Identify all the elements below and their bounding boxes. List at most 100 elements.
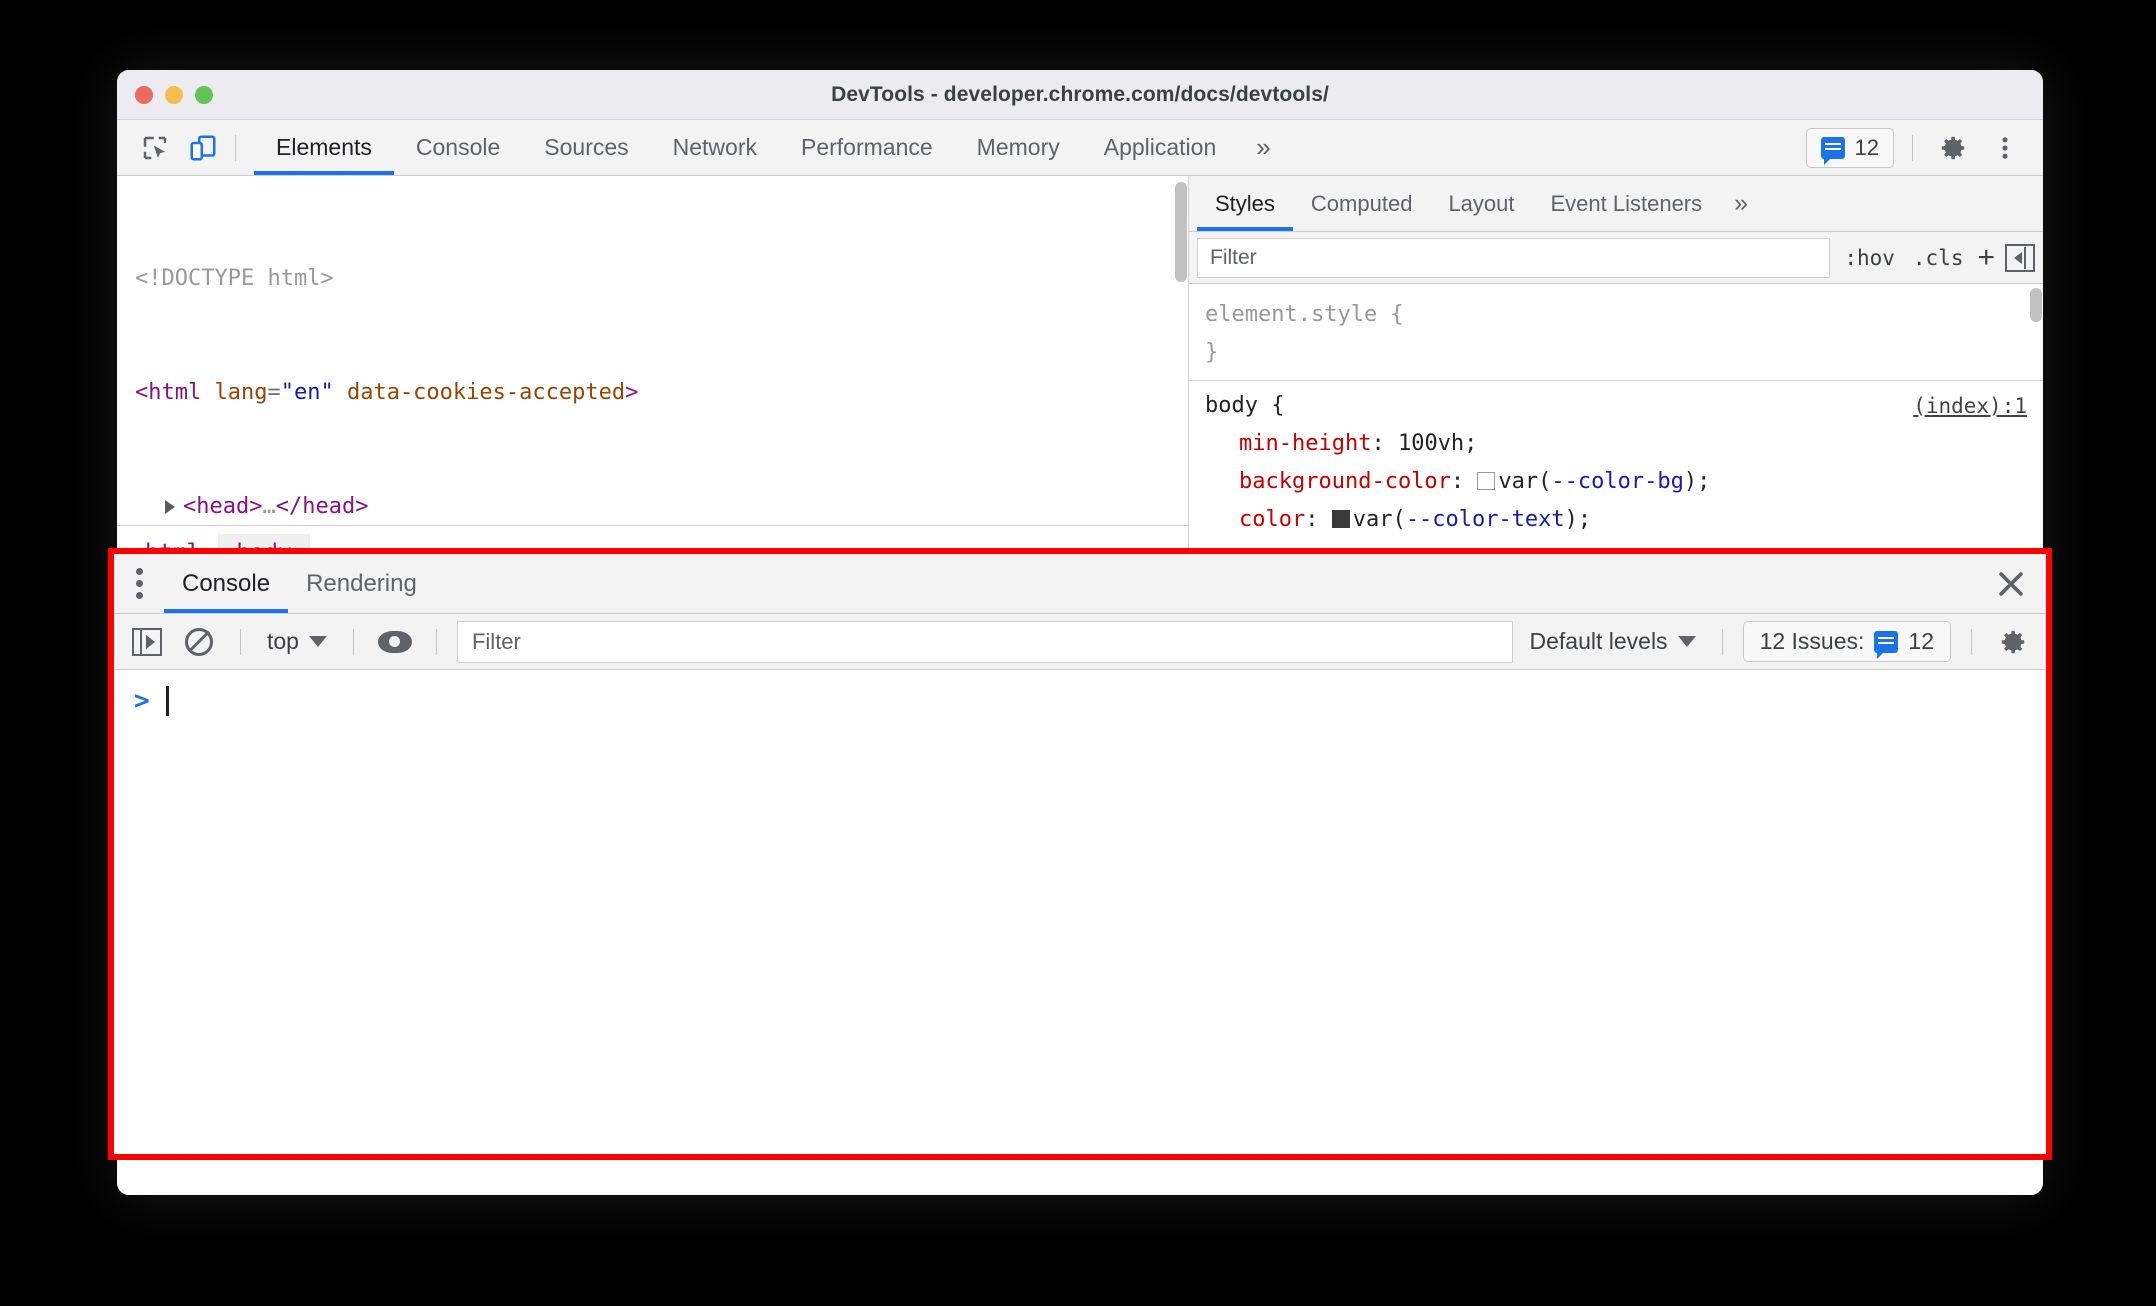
tab-sources[interactable]: Sources [522,120,650,175]
tab-elements[interactable]: Elements [254,120,394,175]
dom-line-html[interactable]: <html lang="en" data-cookies-accepted> [117,374,1188,412]
css-var-name[interactable]: --color-bg [1551,469,1683,494]
issues-message-icon [1820,136,1845,165]
console-drawer-highlight: Console Rendering top Filter Default lev… [108,548,2052,1160]
styles-pane: Styles Computed Layout Event Listeners »… [1189,176,2043,579]
color-swatch-icon[interactable] [1477,472,1496,490]
close-icon[interactable] [1976,554,2046,613]
tab-performance[interactable]: Performance [779,120,955,175]
toolbar-divider-right [1912,134,1913,161]
issues-badge-count: 12 [1854,134,1879,160]
console-toolbar: top Default levels 12 Issues: 12 [114,614,2046,670]
new-style-rule-button[interactable]: + [1977,242,1995,273]
console-text-caret [165,686,169,716]
elements-dom-tree-pane[interactable]: <!DOCTYPE html> <html lang="en" data-coo… [117,176,1189,579]
tab-network[interactable]: Network [651,120,779,175]
styles-more-tabs-chevron-icon[interactable]: » [1720,176,1762,231]
tab-computed[interactable]: Computed [1293,176,1431,231]
dom-tree: <!DOCTYPE html> <html lang="en" data-coo… [117,176,1188,579]
minimize-window-button[interactable] [165,85,183,104]
css-prop-name: background-color [1239,469,1451,494]
more-tabs-chevron-icon[interactable]: » [1238,120,1288,175]
styles-filter-toolbar: :hov .cls + [1189,232,2043,284]
dom-line-head[interactable]: <head>…</head> [117,488,1188,526]
drawer-tab-rendering[interactable]: Rendering [288,554,435,613]
tab-application[interactable]: Application [1082,120,1239,175]
maximize-window-button[interactable] [195,85,213,104]
traffic-lights [135,85,213,104]
window-title: DevTools - developer.chrome.com/docs/dev… [831,82,1329,106]
console-sidebar-icon[interactable] [126,621,168,663]
css-declaration-background-color[interactable]: background-color: var(--color-bg); [1205,463,2027,501]
css-declaration-color[interactable]: color: var(--color-text); [1205,501,2027,539]
chevron-down-icon [308,636,327,647]
tab-styles[interactable]: Styles [1197,176,1293,231]
console-settings-gear-icon[interactable] [1992,621,2034,663]
inspect-element-icon[interactable] [133,126,177,170]
close-window-button[interactable] [135,85,153,104]
console-prompt-row[interactable]: > [114,670,2046,716]
drawer-tab-bar: Console Rendering [114,554,2046,614]
styles-scrollbar-thumb[interactable] [2030,288,2042,322]
hov-button[interactable]: :hov [1840,246,1899,270]
console-context-selector[interactable]: top [261,628,333,655]
console-toolbar-divider-4 [1721,628,1723,655]
window-titlebar: DevTools - developer.chrome.com/docs/dev… [117,70,2043,120]
main-toolbar: Elements Console Sources Network Perform… [117,120,2043,176]
tab-layout[interactable]: Layout [1430,176,1532,231]
tab-console[interactable]: Console [394,120,522,175]
css-prop-name: color [1239,507,1306,532]
dom-tree-scrollbar-thumb[interactable] [1175,182,1187,282]
screenshot-root: DevTools - developer.chrome.com/docs/dev… [0,0,2156,1306]
console-context-label: top [267,628,299,654]
issues-badge-button[interactable]: 12 [1805,127,1894,168]
console-toolbar-divider-1 [240,628,241,655]
chevron-down-icon-levels [1677,636,1696,647]
console-levels-label: Default levels [1529,628,1668,654]
css-var-name-text[interactable]: --color-text [1406,507,1565,532]
css-rule-body[interactable]: body { (index):1 min-height: 100vh; back… [1189,381,2043,547]
css-rule-source-link[interactable]: (index):1 [1913,387,2027,425]
gear-icon[interactable] [1931,126,1975,170]
console-issues-button[interactable]: 12 Issues: 12 [1742,621,1951,662]
console-toolbar-divider-5 [1971,628,1972,655]
panel-tabs: Elements Console Sources Network Perform… [254,120,1289,175]
toolbar-divider [235,134,236,161]
console-issues-count: 12 [1908,628,1934,654]
console-toolbar-divider-2 [352,628,354,655]
toggle-sidebar-icon[interactable] [2005,243,2035,272]
console-drawer: Console Rendering top Filter Default lev… [114,554,2046,1154]
styles-panel-tabs: Styles Computed Layout Event Listeners » [1189,176,2043,232]
console-log-levels-dropdown[interactable]: Default levels [1523,628,1701,655]
device-toolbar-icon[interactable] [181,126,225,170]
css-rules-list: element.style { } body { (index):1 min-h… [1189,284,2043,547]
drawer-menu-icon[interactable] [114,554,164,613]
live-expressions-eye-icon[interactable] [374,621,416,663]
css-rule-selector-row: body { (index):1 [1205,387,2027,425]
panels-container: <!DOCTYPE html> <html lang="en" data-coo… [117,176,2043,579]
css-rule-element-style[interactable]: element.style { } [1189,290,2043,381]
kebab-menu-icon[interactable] [1983,126,2027,170]
css-prop-value: 100vh; [1397,431,1478,456]
dom-line-doctype[interactable]: <!DOCTYPE html> [117,260,1188,298]
console-output-area[interactable]: > [114,670,2046,1154]
toolbar-icon-group [117,120,225,175]
clear-console-icon[interactable] [178,621,220,663]
console-prompt-chevron-icon: > [134,686,150,716]
color-swatch-icon-dark[interactable] [1331,510,1350,528]
tab-event-listeners[interactable]: Event Listeners [1533,176,1721,231]
cls-button[interactable]: .cls [1909,246,1968,270]
styles-filter-input[interactable] [1197,237,1831,278]
css-rule-selector: element.style { [1205,302,1404,327]
console-toolbar-divider-3 [435,628,437,655]
dom-tree-scrollbar[interactable] [1174,176,1188,525]
console-issues-label: 12 Issues: [1759,628,1865,654]
styles-scrollbar[interactable] [2029,284,2043,579]
css-rule-selector-body: body { [1205,393,1285,418]
tab-memory[interactable]: Memory [955,120,1082,175]
toolbar-right-group: 12 [1805,120,2043,175]
drawer-tab-console[interactable]: Console [164,554,289,613]
css-declaration-min-height[interactable]: min-height: 100vh; [1205,425,2027,463]
console-issues-message-icon [1874,630,1899,659]
console-filter-input[interactable] [456,620,1514,663]
